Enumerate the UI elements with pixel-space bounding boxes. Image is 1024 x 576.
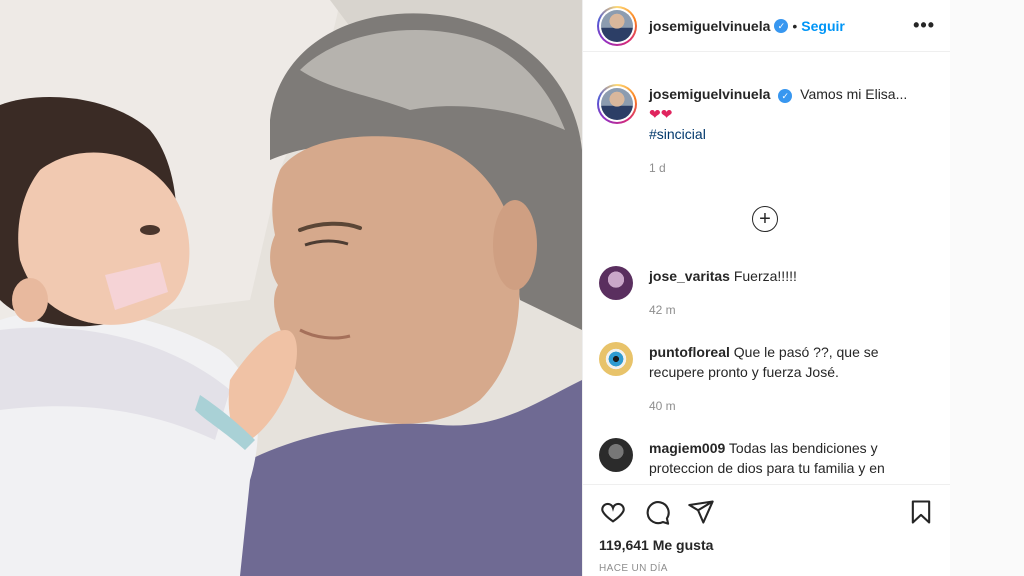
post-timestamp: HACE UN DÍA: [599, 563, 668, 574]
verified-icon: ✓: [774, 18, 789, 33]
follow-button[interactable]: Seguir: [801, 18, 845, 34]
post-photo[interactable]: [0, 0, 582, 576]
comment-icon[interactable]: [643, 498, 671, 526]
comment-avatar[interactable]: [599, 342, 633, 376]
comment-username[interactable]: puntofloreal: [649, 344, 730, 360]
like-count[interactable]: 119,641 Me gusta: [599, 537, 713, 553]
post-panel: josemiguelvinuela ✓ • Seguir ••• josemig…: [582, 0, 951, 576]
like-icon[interactable]: [599, 498, 627, 526]
post-header: josemiguelvinuela ✓ • Seguir •••: [583, 0, 951, 52]
heart-emoji: ❤❤: [649, 106, 673, 122]
verified-icon: ✓: [778, 89, 793, 103]
caption-age: 1 d: [649, 161, 666, 175]
comment-text: Fuerza!!!!!: [733, 268, 797, 284]
author-username[interactable]: josemiguelvinuela: [649, 18, 770, 34]
caption-username[interactable]: josemiguelvinuela: [649, 86, 770, 102]
comments-list[interactable]: josemiguelvinuela ✓ Vamos mi Elisa... ❤❤…: [583, 52, 951, 484]
comment-age: 40 m: [649, 399, 676, 413]
comment-username[interactable]: jose_varitas: [649, 268, 730, 284]
more-options-icon[interactable]: •••: [913, 15, 935, 36]
comment-avatar[interactable]: [599, 438, 633, 472]
caption-text: Vamos mi Elisa...: [800, 86, 908, 102]
comment-avatar[interactable]: [599, 266, 633, 300]
caption-avatar[interactable]: [597, 84, 637, 124]
comment-item: puntofloreal Que le pasó ??, que se recu…: [597, 342, 937, 416]
comment-username[interactable]: magiem009: [649, 440, 725, 456]
comment-item: jose_varitas Fuerza!!!!! 42 m: [597, 266, 937, 320]
add-circle-icon[interactable]: +: [752, 206, 778, 232]
comment-age: 42 m: [649, 303, 676, 317]
caption: josemiguelvinuela ✓ Vamos mi Elisa... ❤❤…: [597, 84, 937, 178]
hashtag-link[interactable]: #sincicial: [649, 126, 706, 142]
save-icon[interactable]: [907, 498, 935, 526]
photo-illustration: [0, 0, 582, 576]
author-avatar[interactable]: [597, 5, 637, 46]
share-icon[interactable]: [687, 498, 715, 526]
comment-item: magiem009 Todas las bendiciones y protec…: [597, 438, 937, 478]
action-bar: 119,641 Me gusta HACE UN DÍA: [583, 484, 951, 576]
page-margin: [950, 0, 1024, 576]
separator-dot: •: [792, 17, 798, 34]
